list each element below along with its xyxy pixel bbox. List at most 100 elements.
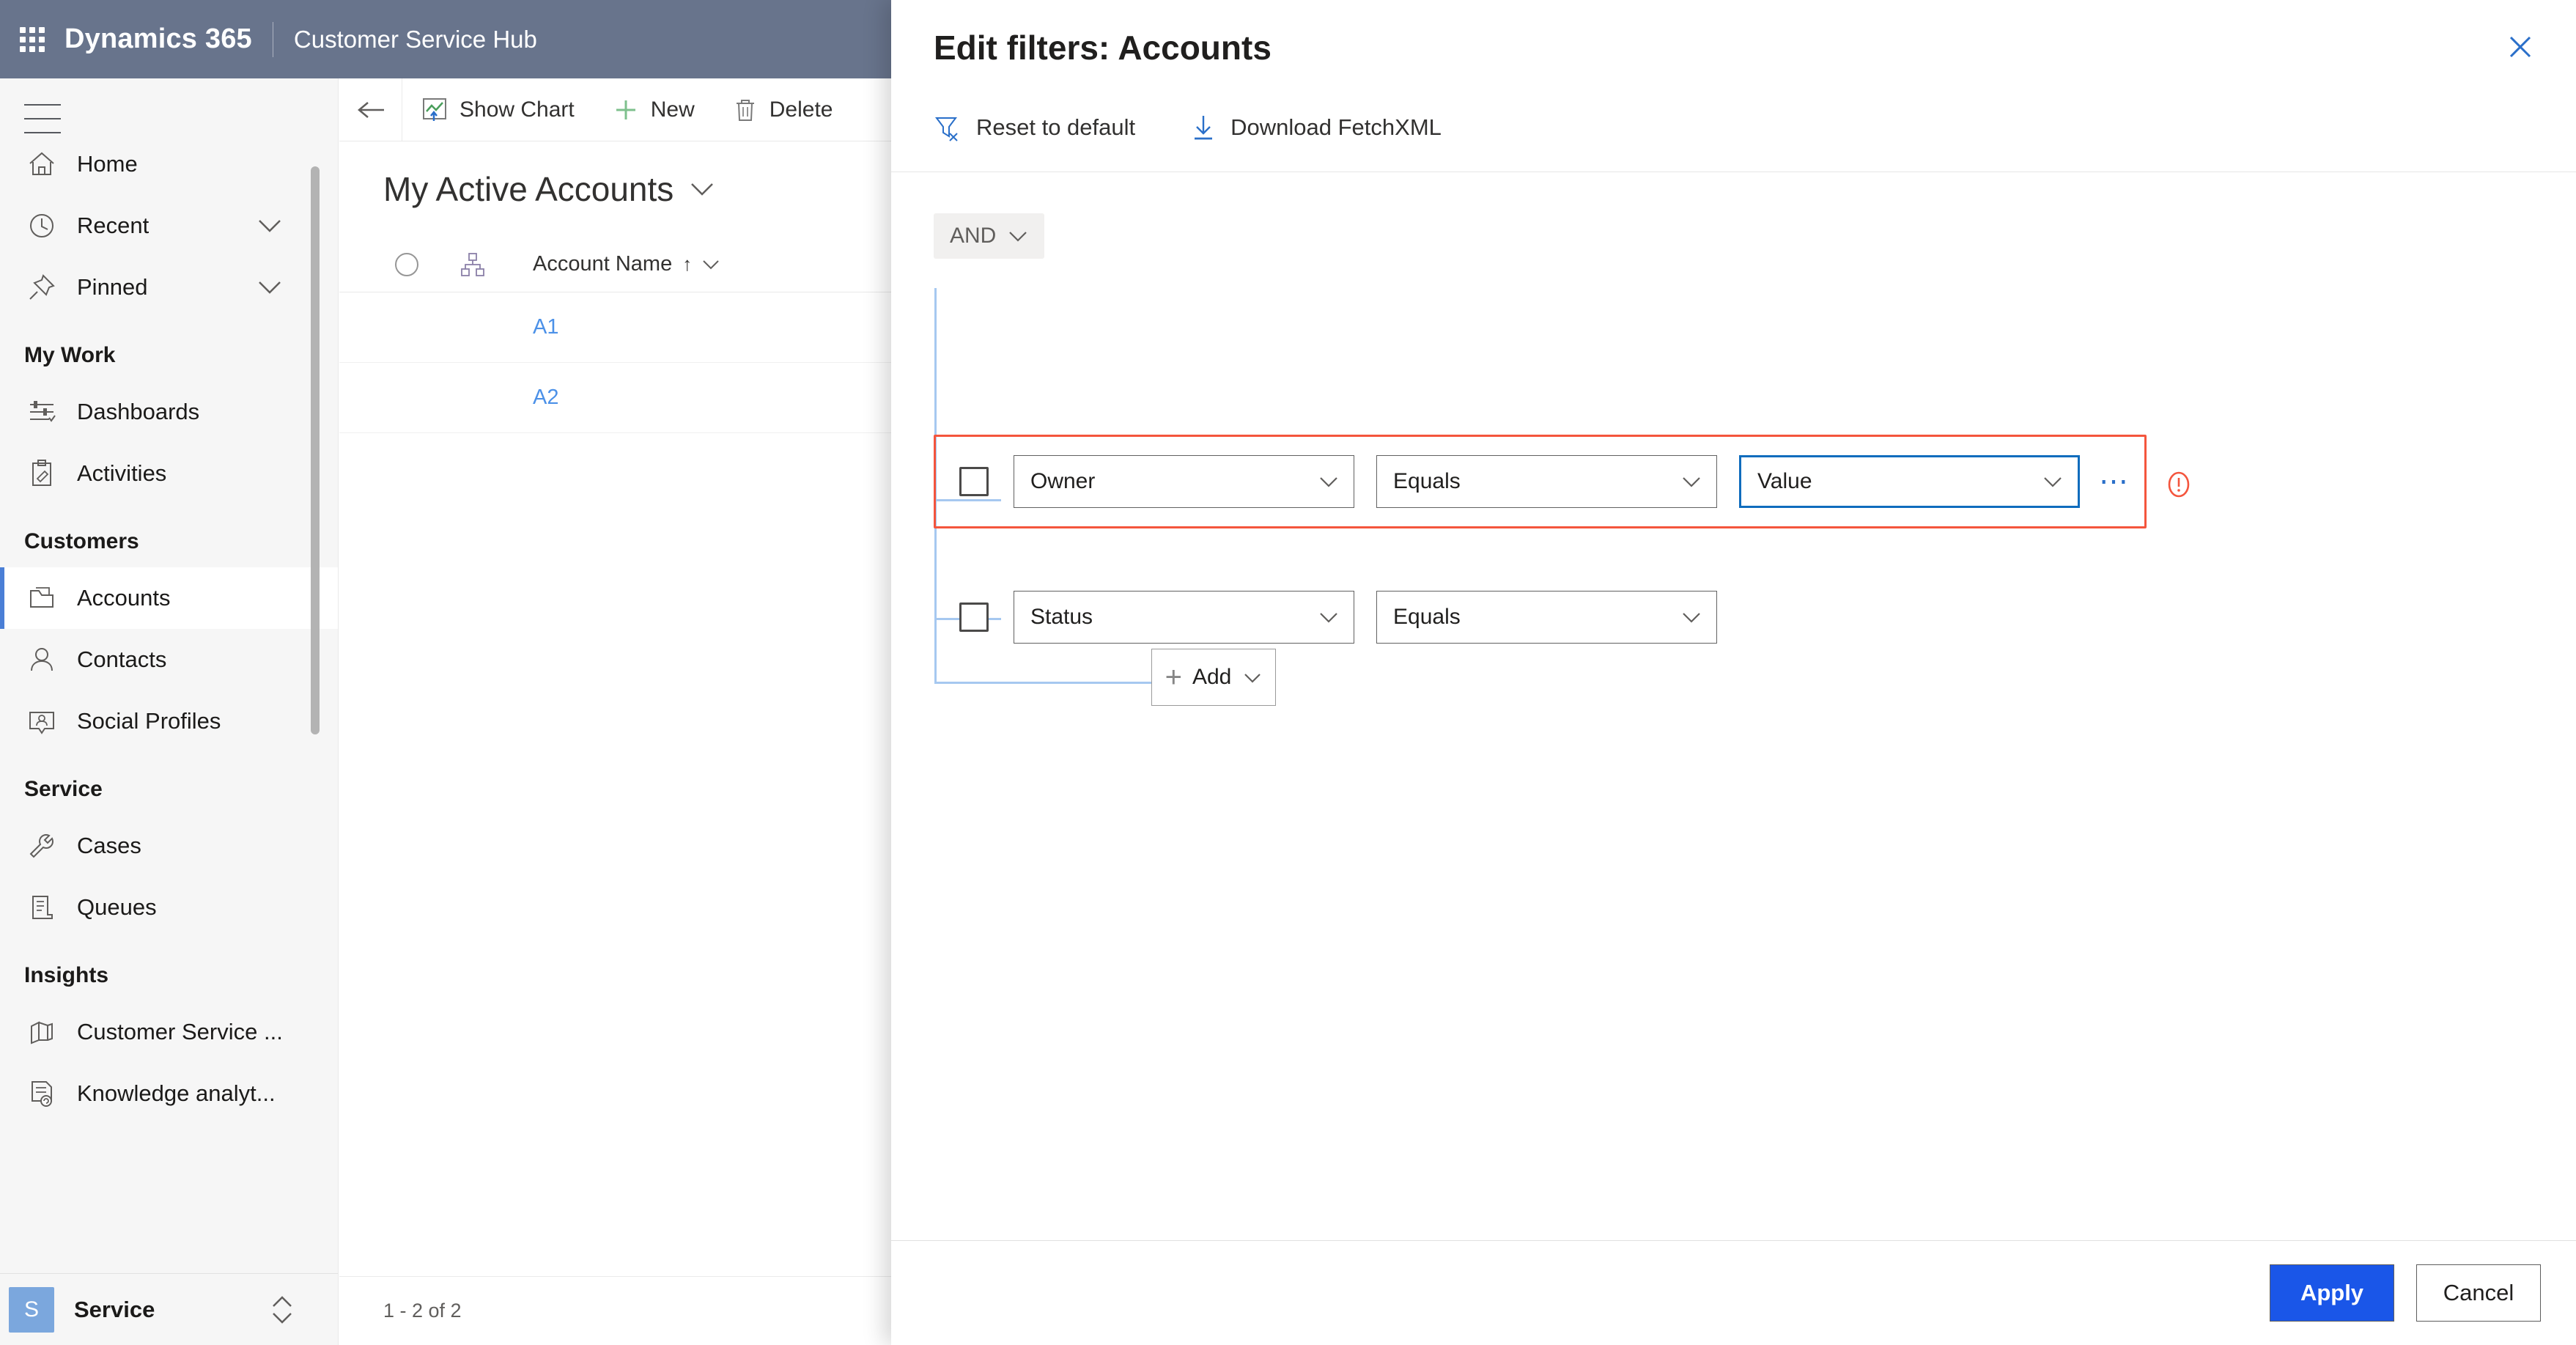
person-icon: [24, 642, 59, 677]
updown-chevron-icon: [271, 1293, 293, 1327]
nav-group-my-work: My Work: [24, 343, 116, 367]
app-switcher[interactable]: S Service: [0, 1274, 338, 1345]
new-button[interactable]: New: [594, 78, 714, 141]
plus-icon: +: [1165, 661, 1182, 693]
group-operator-dropdown[interactable]: AND: [934, 213, 1045, 259]
chevron-down-icon: [1318, 475, 1339, 488]
condition-value-text: Value: [1757, 469, 1812, 493]
sidebar-item-activities[interactable]: Activities: [0, 443, 338, 504]
error-circle-icon[interactable]: [2163, 468, 2195, 501]
sidebar-item-label: Home: [77, 151, 138, 177]
condition-field-select[interactable]: Status: [1014, 591, 1354, 644]
sidebar-item-label: Contacts: [77, 646, 167, 672]
condition-operator-value: Equals: [1393, 605, 1461, 629]
add-button[interactable]: + Add: [1151, 649, 1276, 706]
sidebar-item-accounts[interactable]: Accounts: [0, 567, 338, 629]
queue-icon: [24, 890, 59, 925]
delete-button[interactable]: Delete: [714, 78, 852, 141]
sidebar-item-contacts[interactable]: Contacts: [0, 629, 338, 690]
download-icon: [1191, 114, 1216, 141]
back-arrow-icon[interactable]: [339, 78, 402, 141]
condition-field-value: Owner: [1030, 469, 1096, 493]
app-launcher-icon[interactable]: [16, 23, 48, 56]
app-name-label: Customer Service Hub: [293, 25, 537, 53]
sidebar-item-label: Accounts: [77, 585, 171, 611]
chevron-down-icon: [1681, 611, 1702, 624]
sidebar-scrollbar[interactable]: [311, 166, 320, 734]
pin-icon: [24, 270, 59, 305]
filter-condition-row: Status Equals: [934, 577, 1717, 657]
sidebar-item-label: Customer Service ...: [77, 1019, 283, 1044]
sidebar-item-knowledge-analyt[interactable]: Knowledge analyt...: [0, 1063, 338, 1124]
hamburger-icon[interactable]: [24, 104, 61, 133]
edit-filters-dialog: Edit filters: Accounts Reset to default …: [891, 0, 2576, 1345]
dialog-footer: Apply Cancel: [891, 1240, 2576, 1345]
sidebar-item-pinned[interactable]: Pinned: [0, 257, 338, 318]
condition-checkbox[interactable]: [959, 603, 989, 632]
download-fetchxml-label: Download FetchXML: [1230, 114, 1442, 140]
dialog-toolbar: Reset to default Download FetchXML: [891, 67, 2576, 155]
knowledge-icon: [24, 1076, 59, 1111]
condition-operator-value: Equals: [1393, 469, 1461, 493]
nav-group-customers: Customers: [24, 529, 139, 553]
apply-button[interactable]: Apply: [2270, 1264, 2394, 1322]
close-icon[interactable]: [2498, 25, 2542, 69]
clipboard-icon: [24, 456, 59, 491]
sidebar-item-customer-service[interactable]: Customer Service ...: [0, 1001, 338, 1063]
download-fetchxml-button[interactable]: Download FetchXML: [1191, 114, 1442, 141]
account-name-link[interactable]: A2: [533, 386, 558, 410]
chart-icon: [24, 1014, 59, 1050]
page-title: My Active Accounts: [383, 170, 674, 208]
account-name-link[interactable]: A1: [533, 315, 558, 339]
dashboard-icon: [24, 394, 59, 430]
sidebar-item-home[interactable]: Home: [0, 133, 338, 195]
sidebar-item-recent[interactable]: Recent: [0, 195, 338, 257]
sidebar-item-social-profiles[interactable]: Social Profiles: [0, 690, 338, 752]
condition-field-select[interactable]: Owner: [1014, 455, 1354, 508]
show-chart-button[interactable]: Show Chart: [402, 78, 594, 141]
condition-operator-select[interactable]: Equals: [1376, 455, 1717, 508]
app-switcher-label: Service: [74, 1296, 155, 1322]
sidebar-item-label: Activities: [77, 460, 167, 486]
sort-ascending-icon: ↑: [682, 253, 693, 275]
column-label: Account Name: [533, 252, 673, 276]
chevron-down-icon[interactable]: [257, 279, 282, 295]
show-chart-icon: [421, 97, 448, 123]
home-icon: [24, 147, 59, 182]
condition-value-select[interactable]: Value: [1739, 455, 2080, 508]
select-all-circle-icon[interactable]: [370, 252, 443, 276]
condition-field-value: Status: [1030, 605, 1093, 629]
record-count-label: 1 - 2 of 2: [383, 1300, 462, 1322]
nav-list: Home Recent Pinned My Work Dashboards Activit…: [0, 133, 338, 1124]
chevron-down-icon: [2042, 475, 2063, 488]
chevron-down-icon: [1008, 229, 1028, 243]
chevron-down-icon[interactable]: [702, 259, 720, 270]
ellipsis-icon[interactable]: ⋯: [2099, 467, 2130, 496]
chevron-down-icon[interactable]: [257, 218, 282, 234]
sidebar-item-cases[interactable]: Cases: [0, 815, 338, 877]
add-label: Add: [1192, 665, 1232, 689]
condition-operator-select[interactable]: Equals: [1376, 591, 1717, 644]
sidebar-item-label: Knowledge analyt...: [77, 1080, 276, 1106]
delete-label: Delete: [769, 97, 833, 122]
show-chart-label: Show Chart: [460, 97, 575, 122]
cancel-button[interactable]: Cancel: [2416, 1264, 2541, 1322]
sidebar-item-label: Queues: [77, 894, 157, 920]
chevron-down-icon: [1681, 475, 1702, 488]
side-navigation: Home Recent Pinned My Work Dashboards Activit…: [0, 78, 339, 1345]
sidebar-item-label: Recent: [77, 213, 150, 238]
sidebar-item-label: Cases: [77, 833, 141, 858]
tree-connector-branch-3: [934, 682, 1151, 684]
chevron-down-icon: [1243, 671, 1262, 684]
sidebar-item-dashboards[interactable]: Dashboards: [0, 381, 338, 443]
new-label: New: [650, 97, 695, 122]
sidebar-item-label: Dashboards: [77, 399, 200, 424]
column-header-account-name[interactable]: Account Name ↑: [533, 252, 720, 276]
clock-icon: [24, 208, 59, 243]
condition-checkbox[interactable]: [959, 467, 989, 496]
reset-to-default-button[interactable]: Reset to default: [934, 114, 1135, 141]
sidebar-item-queues[interactable]: Queues: [0, 877, 338, 938]
filter-clear-icon: [934, 114, 962, 141]
hierarchy-icon: [443, 252, 502, 277]
sidebar-item-label: Social Profiles: [77, 708, 221, 734]
